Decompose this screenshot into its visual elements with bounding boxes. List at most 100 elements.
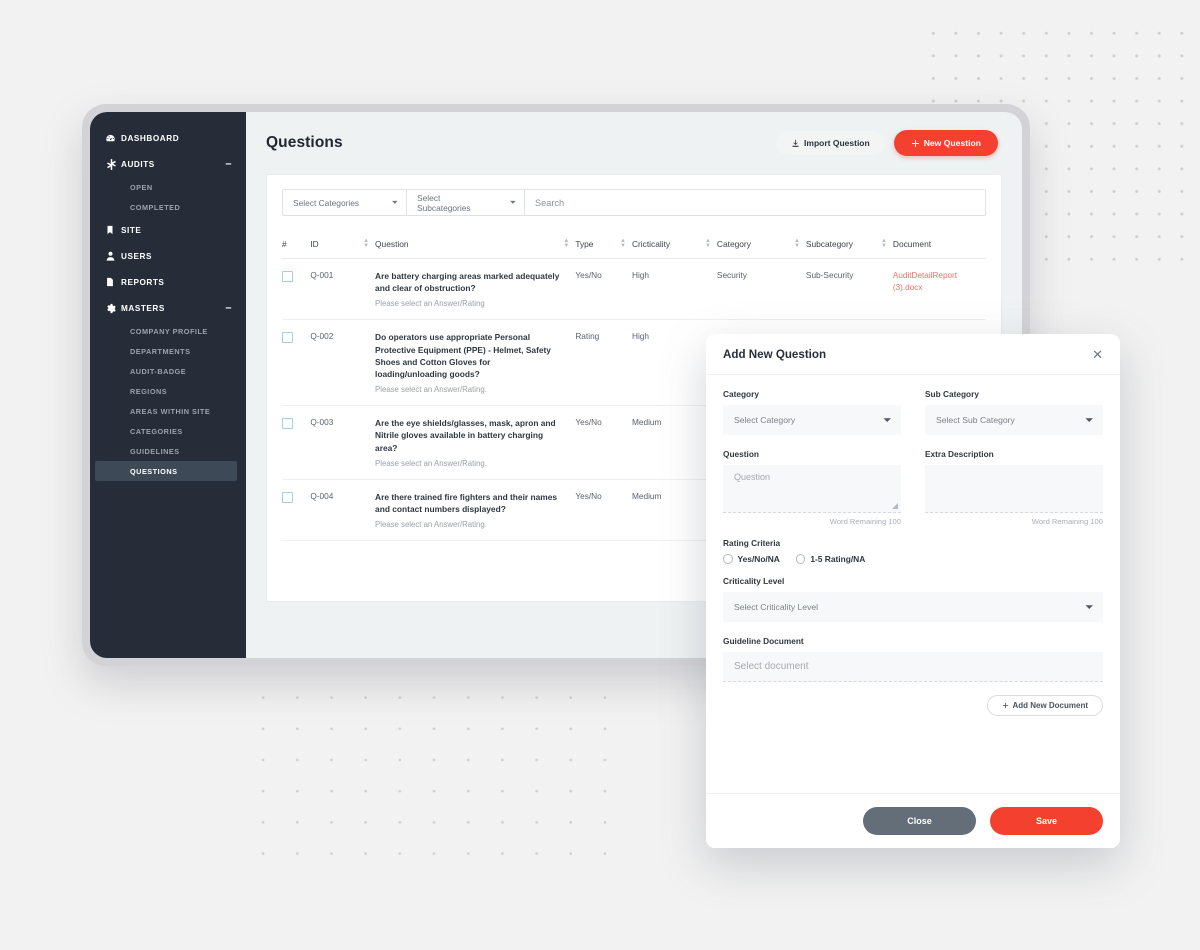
- guideline-document-label: Guideline Document: [723, 636, 804, 646]
- import-question-button[interactable]: Import Question: [776, 131, 885, 155]
- row-checkbox-cell: [282, 479, 311, 542]
- column-header-document: Document: [892, 239, 986, 259]
- column-header-subcategory[interactable]: Subcategory ▲ ▼: [805, 238, 893, 259]
- new-question-label: New Question: [923, 138, 981, 148]
- bookmark-icon: [105, 224, 121, 236]
- question-placeholder: Question: [734, 472, 771, 482]
- sidebar-item-questions[interactable]: QUESTIONS: [95, 461, 237, 481]
- sidebar-subitem-label: AREAS WITHIN SITE: [130, 406, 211, 416]
- sort-icon-type[interactable]: ▲ ▼: [620, 238, 632, 249]
- sort-icon-question[interactable]: ▲ ▼: [563, 238, 575, 249]
- criticality-level-select[interactable]: Select Criticality Level ⏷: [723, 592, 1103, 622]
- column-label: Document: [892, 239, 932, 249]
- header-actions: Import Question New Question: [776, 130, 998, 156]
- sub-category-field: Sub Category Select Sub Category ⏷: [925, 389, 1103, 435]
- radio-1-5-rating-na[interactable]: 1-5 Rating/NA: [795, 554, 865, 564]
- column-header-number: #: [282, 239, 311, 259]
- row-document-link[interactable]: AuditDetailReport (3).docx: [893, 271, 957, 292]
- sidebar-item-masters[interactable]: MASTERS –: [90, 295, 246, 321]
- import-question-label: Import Question: [804, 138, 870, 148]
- radio-yes-no-na[interactable]: Yes/No/NA: [723, 554, 780, 564]
- radio-circle-icon: [795, 554, 806, 564]
- row-checkbox-cell: [282, 405, 311, 480]
- sort-icon-criticality[interactable]: ▲ ▼: [705, 238, 717, 249]
- column-header-category[interactable]: Category ▲ ▼: [716, 238, 806, 259]
- sub-category-select[interactable]: Select Sub Category ⏷: [925, 405, 1103, 435]
- sidebar-item-areas-within-site[interactable]: AREAS WITHIN SITE: [90, 401, 246, 421]
- sidebar-item-company-profile[interactable]: COMPANY PROFILE: [90, 321, 246, 341]
- sidebar-item-guidelines[interactable]: GUIDELINES: [90, 441, 246, 461]
- sidebar-item-dashboard[interactable]: DASHBOARD: [90, 125, 246, 151]
- subcategory-filter-select[interactable]: Select Subcategories ⏷: [407, 190, 525, 215]
- row-checkbox[interactable]: [282, 491, 293, 503]
- sidebar-item-regions[interactable]: REGIONS: [90, 381, 246, 401]
- download-icon: [791, 139, 800, 148]
- modal-body: Category Select Category ⏷ Sub Category …: [706, 375, 1120, 793]
- category-filter-select[interactable]: Select Categories ⏷: [283, 190, 407, 215]
- sidebar: DASHBOARD AUDITS – OPEN COMPLETED SITE U…: [90, 112, 246, 658]
- column-header-type[interactable]: Type ▲ ▼: [575, 238, 632, 259]
- sidebar-item-categories[interactable]: CATEGORIES: [90, 421, 246, 441]
- sidebar-item-reports[interactable]: REPORTS: [90, 269, 246, 295]
- sidebar-item-completed[interactable]: COMPLETED: [90, 197, 246, 217]
- column-header-criticality[interactable]: Cricticality ▲ ▼: [631, 238, 717, 259]
- add-document-row: Add New Document: [723, 695, 1103, 716]
- row-id: Q-002: [310, 319, 376, 407]
- sort-icon-subcategory[interactable]: ▲ ▼: [881, 238, 893, 249]
- plus-icon: [1002, 702, 1009, 709]
- question-textarea[interactable]: Question ◢: [723, 465, 901, 513]
- category-select[interactable]: Select Category ⏷: [723, 405, 901, 435]
- row-checkbox[interactable]: [282, 271, 293, 282]
- column-label: #: [282, 239, 287, 249]
- sidebar-item-audit-badge[interactable]: AUDIT-BADGE: [90, 361, 246, 381]
- column-header-question[interactable]: Question ▲ ▼: [375, 238, 576, 259]
- sidebar-item-open[interactable]: OPEN: [90, 177, 246, 197]
- row-question-text: Do operators use appropriate Personal Pr…: [375, 332, 551, 379]
- sidebar-item-audits[interactable]: AUDITS –: [90, 151, 246, 177]
- modal-footer: Close Save: [706, 793, 1120, 848]
- row-checkbox-cell: [282, 258, 311, 321]
- row-id: Q-003: [310, 405, 376, 480]
- extra-description-field: Extra Description Word Remaining 100: [925, 449, 1103, 526]
- sort-icon-id[interactable]: ▲ ▼: [363, 238, 375, 249]
- category-label: Category: [723, 389, 759, 399]
- column-label: Subcategory: [805, 239, 853, 249]
- close-button[interactable]: Close: [863, 807, 976, 835]
- subcategory-filter-label: Select Subcategories: [417, 192, 471, 213]
- add-new-document-button[interactable]: Add New Document: [987, 695, 1103, 716]
- row-type: Yes/No: [575, 479, 632, 542]
- row-question-cell: Are the eye shields/glasses, mask, apron…: [375, 405, 576, 480]
- sidebar-item-label: USERS: [121, 251, 152, 261]
- table-row[interactable]: Q-001 Are battery charging areas marked …: [282, 258, 986, 321]
- sidebar-item-site[interactable]: SITE: [90, 217, 246, 243]
- row-checkbox[interactable]: [282, 418, 293, 430]
- sidebar-subitem-label: OPEN: [130, 182, 153, 192]
- sidebar-item-users[interactable]: USERS: [90, 243, 246, 269]
- guideline-document-select[interactable]: Select document: [723, 652, 1103, 682]
- sidebar-subitem-label: COMPLETED: [130, 202, 181, 212]
- sort-icon-category[interactable]: ▲ ▼: [794, 238, 806, 249]
- category-row: Category Select Category ⏷ Sub Category …: [723, 389, 1103, 435]
- resize-grip-icon[interactable]: ◢: [892, 501, 898, 510]
- search-input[interactable]: [525, 190, 985, 215]
- guideline-document-value: Select document: [734, 661, 809, 672]
- extra-description-textarea[interactable]: [925, 465, 1103, 513]
- sidebar-item-departments[interactable]: DEPARTMENTS: [90, 341, 246, 361]
- collapse-toggle-masters[interactable]: –: [225, 302, 232, 314]
- column-header-id[interactable]: ID ▲ ▼: [310, 238, 376, 259]
- dashboard-icon: [105, 133, 121, 144]
- row-checkbox[interactable]: [282, 332, 293, 344]
- user-icon: [105, 250, 121, 262]
- collapse-toggle-audits[interactable]: –: [225, 158, 232, 170]
- column-label: Category: [716, 239, 751, 249]
- category-filter-label: Select Categories: [293, 197, 360, 208]
- sidebar-item-label: REPORTS: [121, 277, 165, 287]
- new-question-button[interactable]: New Question: [893, 130, 998, 156]
- row-question-hint: Please select an Answer/Rating.: [375, 385, 487, 395]
- sidebar-item-label: DASHBOARD: [121, 133, 180, 143]
- rating-criteria-label: Rating Criteria: [723, 538, 781, 548]
- question-row: Question Question ◢ Word Remaining 100 E…: [723, 449, 1103, 526]
- close-icon[interactable]: ✕: [1092, 348, 1103, 361]
- save-button[interactable]: Save: [990, 807, 1103, 835]
- row-question-text: Are the eye shields/glasses, mask, apron…: [375, 418, 556, 453]
